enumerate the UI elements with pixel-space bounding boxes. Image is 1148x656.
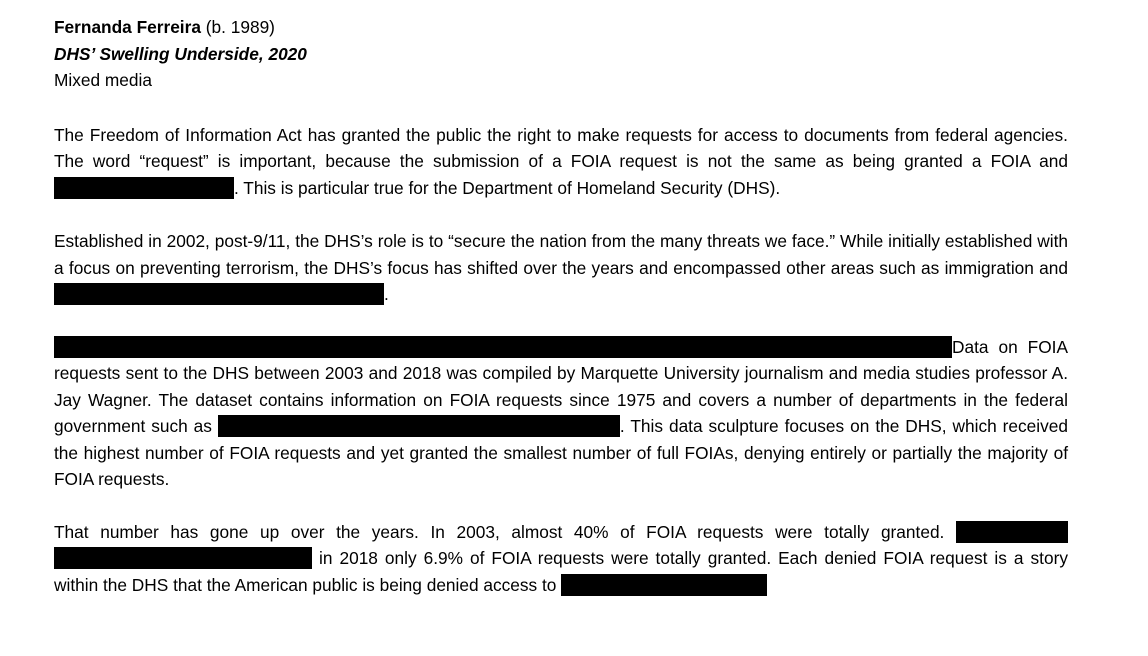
artist-name: Fernanda Ferreira [54,17,201,37]
redaction-bar [54,335,952,358]
paragraph-text: Established in 2002, post-9/11, the DHS’… [54,231,1068,278]
redaction-bar [217,415,620,437]
document-page: Fernanda Ferreira (b. 1989) DHS’ Swellin… [54,14,1068,598]
paragraph-statistics: That number has gone up over the years. … [54,519,1068,599]
paragraph-dhs-history: Established in 2002, post-9/11, the DHS’… [54,228,1068,308]
paragraph-text: . This is particular true for the Depart… [234,177,781,198]
artwork-medium: Mixed media [54,70,152,90]
redaction-bar [956,520,1068,543]
paragraph-dataset: Data on FOIA requests sent to the DHS be… [54,334,1068,493]
paragraph-text: . [384,284,389,304]
artist-line: Fernanda Ferreira (b. 1989) [54,14,1068,41]
redaction-bar [561,573,768,596]
paragraph-foia-intro: The Freedom of Information Act has grant… [54,122,1068,202]
artwork-title: DHS’ Swelling Underside, 2020 [54,43,307,64]
redaction-bar [54,547,312,569]
redaction-bar [54,176,234,199]
artist-birth: (b. 1989) [205,17,275,37]
redaction-bar [54,283,384,305]
paragraph-text: The Freedom of Information Act has grant… [54,124,1068,172]
paragraph-text: That number has gone up over the years. … [54,521,945,542]
